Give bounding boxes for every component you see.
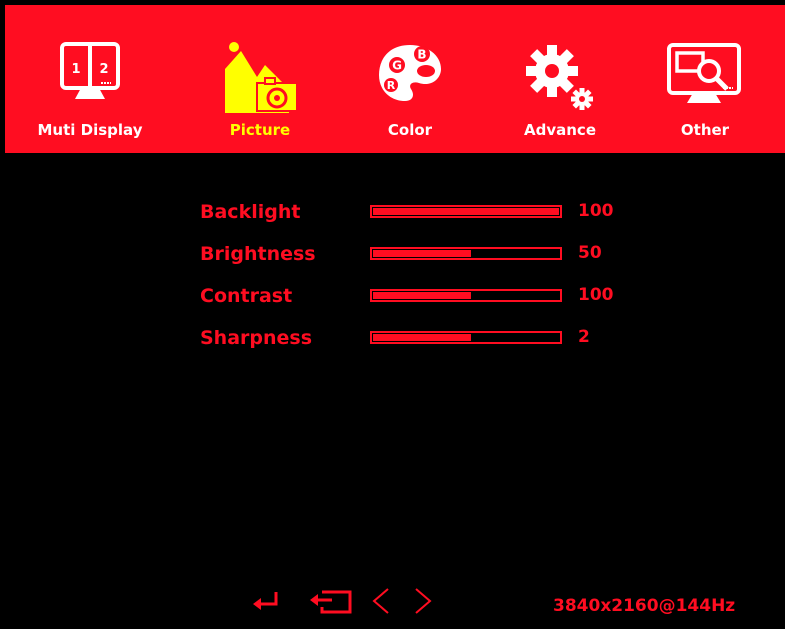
- right-arrow-icon[interactable]: [412, 586, 434, 620]
- sharpness-slider[interactable]: [370, 331, 562, 344]
- tab-multi-display[interactable]: 1 2 Muti Display: [15, 5, 165, 153]
- color-palette-icon: B G R: [335, 41, 485, 111]
- setting-label: Brightness: [200, 243, 316, 265]
- blue-label: B: [417, 48, 426, 62]
- slider-fill: [373, 334, 471, 341]
- tab-label: Muti Display: [37, 121, 143, 139]
- setting-row-contrast[interactable]: Contrast 100: [200, 285, 640, 315]
- bottom-nav: [248, 586, 448, 620]
- resolution-readout: 3840x2160@144Hz: [553, 596, 736, 616]
- slider-fill: [373, 208, 559, 215]
- left-arrow-icon[interactable]: [370, 586, 392, 620]
- monitor-search-icon: [630, 41, 780, 111]
- picture-icon: [185, 41, 335, 113]
- gear-icon: [485, 41, 635, 111]
- osd-menu: 1 2 Muti Display Picture B G R Color Adv…: [0, 0, 785, 629]
- tab-advance[interactable]: Advance: [485, 5, 635, 153]
- brightness-slider[interactable]: [370, 247, 562, 260]
- setting-row-brightness[interactable]: Brightness 50: [200, 243, 640, 273]
- setting-row-sharpness[interactable]: Sharpness 2: [200, 327, 640, 357]
- setting-row-backlight[interactable]: Backlight 100: [200, 201, 640, 231]
- display-2-label: 2: [99, 62, 108, 77]
- exit-icon[interactable]: [308, 586, 356, 620]
- display-1-label: 1: [71, 62, 80, 77]
- tab-color[interactable]: B G R Color: [335, 5, 485, 153]
- backlight-slider[interactable]: [370, 205, 562, 218]
- enter-icon[interactable]: [250, 586, 282, 620]
- tab-label: Color: [387, 121, 433, 139]
- contrast-slider[interactable]: [370, 289, 562, 302]
- setting-label: Sharpness: [200, 327, 313, 349]
- tab-label: Advance: [524, 121, 596, 139]
- tab-other[interactable]: Other: [630, 5, 780, 153]
- slider-fill: [373, 292, 471, 299]
- green-label: G: [392, 59, 402, 73]
- tab-picture[interactable]: Picture: [185, 5, 335, 153]
- setting-label: Contrast: [200, 285, 293, 307]
- top-menu-bar: 1 2 Muti Display Picture B G R Color Adv…: [5, 5, 785, 153]
- tab-label: Picture: [229, 121, 291, 139]
- multi-display-icon: 1 2: [15, 41, 165, 111]
- setting-value: 100: [578, 201, 614, 221]
- setting-value: 100: [578, 285, 614, 305]
- tab-label: Other: [680, 121, 730, 139]
- setting-value: 2: [578, 327, 590, 347]
- slider-fill: [373, 250, 471, 257]
- setting-value: 50: [578, 243, 602, 263]
- setting-label: Backlight: [200, 201, 301, 223]
- red-label: R: [387, 79, 396, 92]
